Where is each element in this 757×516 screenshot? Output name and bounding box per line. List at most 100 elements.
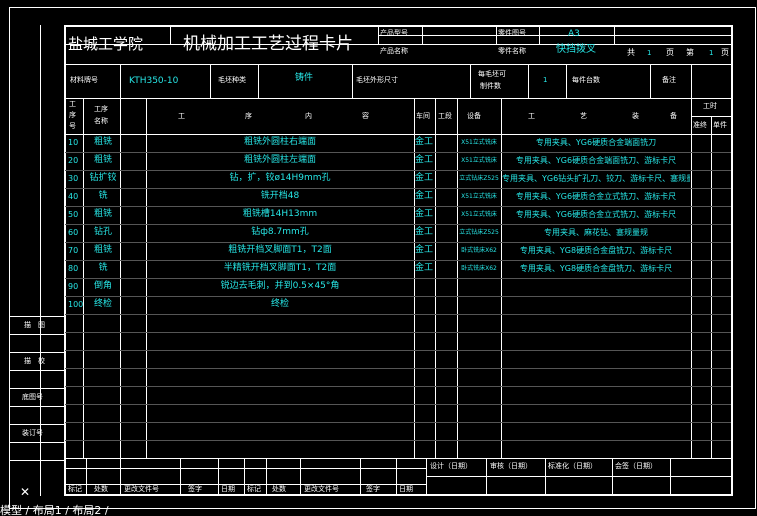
op-workshop-cell: 金工 — [415, 227, 434, 237]
revision-mark-label: 更改文件号 — [124, 485, 159, 493]
op-tooling-cell: 专用夹具、YG6钻头扩孔刀、铰刀、游标卡尺、塞规量规 — [502, 174, 690, 183]
blank-type-value: 铸件 — [295, 73, 314, 83]
op-equipment-cell: 卧式铣床X62 — [461, 265, 497, 272]
op-name-cell: 钻扩铰 — [89, 173, 117, 183]
op-no-cell: 30 — [68, 174, 79, 183]
op-equipment-cell: X51立式铣床 — [461, 157, 497, 164]
op-no-cell: 90 — [68, 282, 79, 291]
op-workshop-cell — [415, 296, 435, 313]
col-op-name-2: 名称 — [94, 117, 108, 125]
op-content-cell: 粗铣开档叉脚面T1，T2面 — [228, 245, 332, 255]
row-divider — [65, 422, 731, 423]
part-drawing-value: A3 — [568, 29, 580, 39]
material-grade-label: 材料牌号 — [70, 76, 98, 84]
footer-countersign-label: 会签（日期） — [615, 462, 657, 470]
product-model-label: 产品型号 — [380, 29, 408, 37]
op-name-cell: 粗铣 — [93, 245, 112, 255]
revision-mark-label: 日期 — [399, 485, 413, 493]
op-content-cell: 半精铣开档叉脚面T1，T2面 — [223, 263, 337, 273]
op-no-cell: 80 — [68, 264, 79, 273]
op-equipment-cell — [457, 278, 501, 295]
part-name-label: 零件名称 — [498, 47, 526, 55]
op-content-cell: 锐边去毛刺，并到0.5×45°角 — [220, 281, 340, 291]
col-tooling-4: 备 — [670, 112, 677, 120]
revision-mark-label: 日期 — [221, 485, 235, 493]
parts-per-blank-label-1: 每毛坯可 — [478, 70, 506, 78]
col-op-no-2: 序 — [69, 111, 76, 119]
card-title: 机械加工工艺过程卡片 — [183, 34, 353, 54]
total-pages-unit: 页 — [666, 48, 674, 57]
col-op-no-1: 工 — [69, 100, 76, 108]
op-name-cell: 铣 — [98, 191, 108, 201]
footer-design-label: 设计（日期） — [430, 462, 472, 470]
layout-tabs[interactable]: 模型 / 布局1 / 布局2 / — [0, 505, 109, 516]
op-workshop-cell: 金工 — [415, 155, 434, 165]
op-content-cell: 铣开档48 — [260, 191, 300, 201]
op-content-cell: 粗铣外圆柱右端面 — [243, 137, 316, 147]
col-tooling-1: 工 — [528, 112, 535, 120]
revision-mark-label: 标记 — [68, 485, 82, 493]
op-equipment-cell: 立式钻床Z525 — [459, 175, 499, 182]
op-tooling-cell: 专用夹具、YG8硬质合金盘铣刀、游标卡尺 — [519, 264, 673, 273]
op-workshop-cell: 金工 — [415, 245, 434, 255]
op-name-cell: 粗铣 — [93, 137, 112, 147]
row-divider — [65, 350, 731, 351]
revision-mark-label: 处数 — [94, 485, 108, 493]
school-name: 盐城工学院 — [68, 35, 144, 53]
row-divider — [65, 440, 731, 441]
op-tooling-cell: 专用夹具、YG6硬质合金端面铣刀 — [535, 138, 657, 147]
part-drawing-label: 零件图号 — [498, 29, 526, 37]
remark-label: 备注 — [662, 76, 676, 84]
op-name-cell: 终检 — [93, 299, 112, 309]
op-workshop-cell: 金工 — [415, 263, 434, 273]
material-grade-value: KTH350-10 — [129, 76, 179, 86]
op-tooling-cell — [502, 296, 690, 313]
revision-mark-label: 处数 — [272, 485, 286, 493]
col-tooling-3: 装 — [632, 112, 639, 120]
footer-review-label: 审核（日期） — [490, 462, 532, 470]
op-tooling-cell: 专用夹具、YG6硬质合金立式铣刀、游标卡尺 — [515, 210, 677, 219]
op-name-cell: 粗铣 — [93, 209, 112, 219]
col-time: 工时 — [703, 102, 717, 110]
op-equipment-cell: X51立式铣床 — [461, 139, 497, 146]
revision-mark-label: 标记 — [247, 485, 261, 493]
op-no-cell: 20 — [68, 156, 79, 165]
op-equipment-cell: X51立式铣床 — [461, 211, 497, 218]
total-pages-label: 共 — [627, 48, 635, 57]
revision-mark-label: 签字 — [366, 485, 380, 493]
footer-standard-label: 标准化（日期） — [548, 462, 597, 470]
parts-per-blank-label-2: 制件数 — [480, 82, 501, 90]
op-content-cell: 终检 — [270, 299, 289, 309]
sheet-label: 第 — [686, 48, 694, 57]
side-check-label: 描 校 — [24, 357, 45, 365]
op-equipment-cell: 卧式铣床X62 — [461, 247, 497, 254]
row-divider — [65, 386, 731, 387]
col-content-1: 工 — [178, 112, 185, 120]
row-divider — [65, 404, 731, 405]
op-content-cell: 钻，扩，铰ø14H9mm孔 — [229, 173, 331, 183]
op-content-cell: 粗铣外圆柱左端面 — [243, 155, 316, 165]
parts-per-blank-value: 1 — [543, 76, 548, 84]
op-tooling-cell: 专用夹具、YG8硬质合金盘铣刀、游标卡尺 — [519, 246, 673, 255]
parts-per-unit-label: 每件台数 — [572, 76, 600, 84]
col-content-2: 序 — [245, 112, 252, 120]
op-tooling-cell — [502, 278, 690, 295]
op-no-cell: 100 — [68, 300, 83, 309]
row-divider — [65, 368, 731, 369]
op-content-cell: 钻ф8.7mm孔 — [251, 227, 309, 237]
op-tooling-cell: 专用夹具、YG6硬质合金立式铣刀、游标卡尺 — [515, 192, 677, 201]
op-no-cell: 10 — [68, 138, 79, 147]
op-workshop-cell — [415, 278, 435, 295]
op-no-cell: 40 — [68, 192, 79, 201]
side-base-no-label: 底图号 — [22, 393, 43, 401]
revision-mark-label: 更改文件号 — [304, 485, 339, 493]
op-name-cell: 倒角 — [93, 281, 112, 291]
op-tooling-cell: 专用夹具、YG6硬质合金端面铣刀、游标卡尺 — [515, 156, 677, 165]
side-trace-label: 描 图 — [24, 321, 45, 329]
side-binding-no-label: 装订号 — [22, 429, 43, 437]
op-workshop-cell: 金工 — [415, 137, 434, 147]
op-workshop-cell: 金工 — [415, 173, 434, 183]
col-workshop: 车间 — [416, 112, 430, 120]
op-equipment-cell — [457, 296, 501, 313]
op-tooling-cell: 专用夹具、麻花钻、塞规量规 — [544, 228, 648, 237]
